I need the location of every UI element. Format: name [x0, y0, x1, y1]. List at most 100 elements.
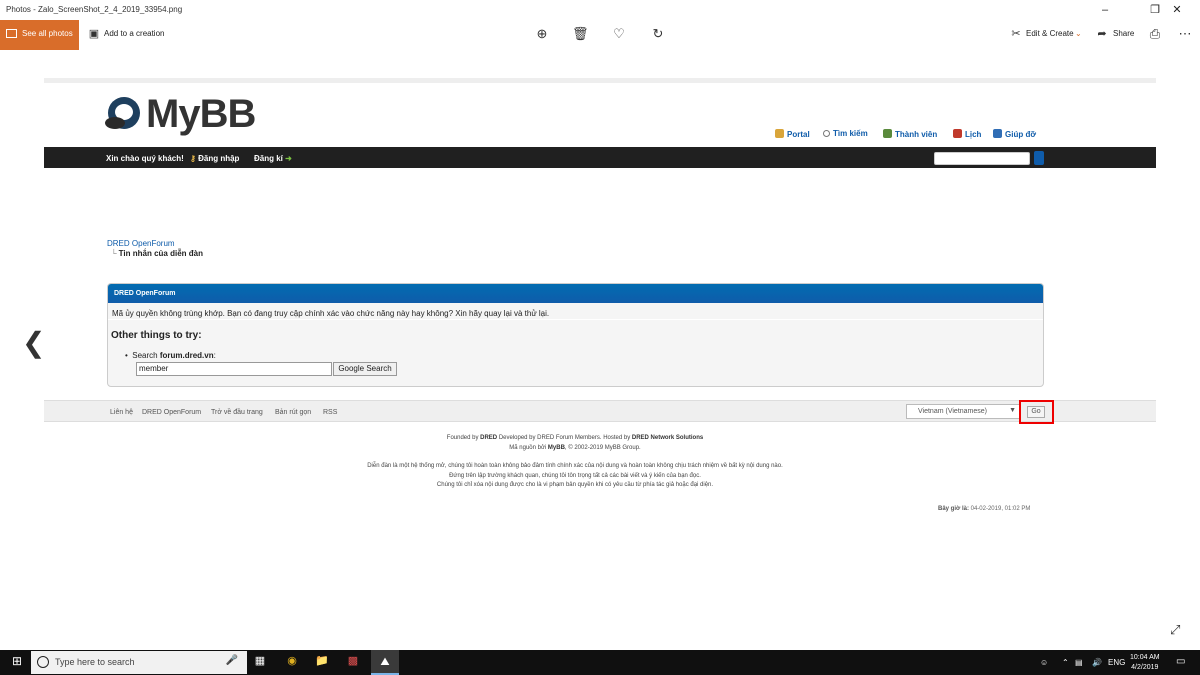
powered-mybb[interactable]: MyBB: [548, 445, 565, 451]
breadcrumb-current: └ Tin nhắn của diễn đàn: [111, 249, 203, 258]
go-button-highlight: Go: [1019, 400, 1054, 424]
forum-top-strip: [44, 78, 1156, 83]
see-all-label: See all photos: [22, 29, 73, 38]
edit-create-button[interactable]: Edit & Create: [1026, 29, 1074, 38]
credits-text: Developed by DRED Forum Members. Hosted …: [497, 435, 632, 441]
disclaimer-1: Diễn đàn là một hệ thống mở, chúng tôi h…: [367, 463, 783, 469]
powered-text: , © 2002-2019 MyBB Group.: [564, 445, 641, 451]
menu-calendar[interactable]: Lịch: [953, 129, 981, 139]
minimize-icon[interactable]: –: [1082, 2, 1128, 18]
volume-icon[interactable]: 🔊: [1092, 658, 1102, 667]
close-icon[interactable]: ✕: [1154, 2, 1200, 18]
footer-top-link[interactable]: Trở về đầu trang: [211, 409, 263, 416]
menu-label: Thành viên: [895, 130, 938, 139]
login-label: Đăng nhập: [198, 154, 240, 163]
disclaimer-3: Chúng tôi chỉ xóa nội dung được cho là v…: [436, 482, 714, 488]
windows-start-icon[interactable]: ⊞: [9, 653, 25, 669]
fullscreen-icon[interactable]: ⤢: [1170, 622, 1180, 638]
clock-date: 4/2/2019: [1131, 664, 1159, 671]
quick-search-input[interactable]: [934, 152, 1030, 165]
zoom-icon[interactable]: ⊕: [534, 26, 550, 42]
footer-lite-link[interactable]: Bản rút gọn: [275, 409, 311, 416]
menu-portal[interactable]: Portal: [775, 129, 810, 139]
credits-network[interactable]: DRED Network Solutions: [632, 435, 703, 441]
members-icon: [883, 129, 892, 138]
menu-members[interactable]: Thành viên: [883, 129, 937, 139]
photos-taskbar-button[interactable]: ⛰: [371, 650, 399, 675]
taskbar-search-box[interactable]: Type here to search 🎤: [31, 651, 247, 674]
other-things-heading: Other things to try:: [111, 330, 202, 341]
credits-line: Founded by DRED Developed by DRED Forum …: [0, 435, 1150, 441]
mybb-logo-icon: [105, 97, 140, 129]
menu-search[interactable]: Tìm kiếm: [823, 129, 868, 138]
error-message: Mã ủy quyền không trùng khớp. Bạn có đan…: [108, 303, 1043, 320]
breadcrumb-branch-icon: └: [111, 249, 117, 258]
message-box: DRED OpenForum Mã ủy quyền không trùng k…: [107, 283, 1044, 387]
taskbar-search-placeholder: Type here to search: [55, 657, 135, 667]
logo-text: MyBB: [146, 92, 256, 136]
time-label: Bây giờ là:: [938, 506, 969, 512]
language-select[interactable]: Vietnam (Vietnamese) ▼: [906, 404, 1020, 419]
login-link[interactable]: ⚷ Đăng nhập: [190, 154, 239, 163]
photos-app-icon: ⛰: [380, 656, 390, 668]
input-language[interactable]: ENG: [1108, 658, 1125, 667]
notifications-icon[interactable]: ▭: [1176, 656, 1185, 667]
calendar-icon: [953, 129, 962, 138]
photos-toolbar: See all photos ▣ Add to a creation ⊕ 🗑 ♡…: [0, 20, 1200, 50]
clock-time: 10:04 AM: [1130, 654, 1160, 661]
language-selected: Vietnam (Vietnamese): [918, 408, 987, 415]
google-search-button[interactable]: Google Search: [333, 362, 397, 376]
file-explorer-icon[interactable]: 📁: [314, 653, 330, 669]
register-link[interactable]: Đăng kí ➜: [254, 154, 292, 163]
window-title: Photos - Zalo_ScreenShot_2_4_2019_33954.…: [6, 5, 183, 14]
chevron-up-icon[interactable]: ⌃: [1062, 658, 1069, 667]
footer-contact-link[interactable]: Liên hệ: [110, 409, 133, 416]
menu-help[interactable]: Giúp đỡ: [993, 129, 1036, 139]
menu-label: Portal: [787, 130, 810, 139]
credits-dred[interactable]: DRED: [480, 435, 497, 441]
share-button[interactable]: Share: [1113, 29, 1134, 38]
network-icon[interactable]: ▤: [1075, 658, 1083, 667]
search-prefix: Search: [132, 351, 160, 360]
search-site-label: • Search forum.dred.vn:: [125, 351, 216, 360]
time-value: 04-02-2019, 01:02 PM: [970, 506, 1031, 512]
breadcrumb-root[interactable]: DRED OpenForum: [107, 239, 175, 248]
quick-search-button[interactable]: [1034, 151, 1044, 165]
window-titlebar: Photos - Zalo_ScreenShot_2_4_2019_33954.…: [0, 0, 1200, 20]
windows-taskbar: ⊞ Type here to search 🎤 ▦ ◉ 📁 ▩ ⛰ ☺ ⌃ ▤ …: [0, 650, 1200, 675]
more-icon[interactable]: ⋯: [1177, 26, 1193, 42]
portal-icon: [775, 129, 784, 138]
add-to-creation-button[interactable]: Add to a creation: [104, 29, 164, 38]
microphone-icon[interactable]: 🎤: [226, 655, 238, 666]
google-search-input[interactable]: member: [136, 362, 332, 376]
taskbar-clock[interactable]: 10:04 AM 4/2/2019: [1130, 653, 1160, 673]
welcome-text: Xin chào quý khách!: [106, 154, 184, 163]
task-view-icon[interactable]: ▦: [252, 653, 268, 669]
breadcrumb: DRED OpenForum └ Tin nhắn của diễn đàn: [107, 239, 203, 258]
user-panel: Xin chào quý khách! ⚷ Đăng nhập Đăng kí …: [44, 147, 1156, 168]
footer-forum-link[interactable]: DRED OpenForum: [142, 409, 201, 416]
chevron-down-icon: ⌄: [1075, 29, 1082, 38]
go-button[interactable]: Go: [1027, 406, 1045, 418]
people-icon[interactable]: ☺: [1040, 658, 1048, 667]
search-site: forum.dred.vn: [159, 351, 214, 360]
print-icon[interactable]: ⎙: [1147, 26, 1163, 42]
see-all-photos-button[interactable]: See all photos: [0, 20, 79, 50]
help-icon: [993, 129, 1002, 138]
powered-by-line: Mã nguồn bởi MyBB, © 2002-2019 MyBB Grou…: [0, 445, 1150, 451]
cortana-icon: [37, 656, 49, 668]
edit-create-icon: ✂: [1011, 28, 1021, 40]
menu-label: Lịch: [965, 130, 982, 139]
credits-text: Founded by: [446, 435, 481, 441]
chrome-icon[interactable]: ◉: [284, 653, 300, 669]
favorite-icon[interactable]: ♡: [611, 26, 627, 42]
delete-icon[interactable]: 🗑: [572, 26, 589, 42]
add-creation-icon: ▣: [88, 28, 100, 40]
arrow-right-icon: ➜: [282, 154, 292, 163]
dropdown-arrow-icon: ▼: [1009, 407, 1016, 414]
footer-rss-link[interactable]: RSS: [323, 409, 337, 416]
previous-photo-icon[interactable]: ❮: [22, 326, 45, 359]
app-icon[interactable]: ▩: [345, 653, 361, 669]
rotate-icon[interactable]: ↻: [650, 26, 666, 42]
register-label: Đăng kí: [254, 154, 283, 163]
